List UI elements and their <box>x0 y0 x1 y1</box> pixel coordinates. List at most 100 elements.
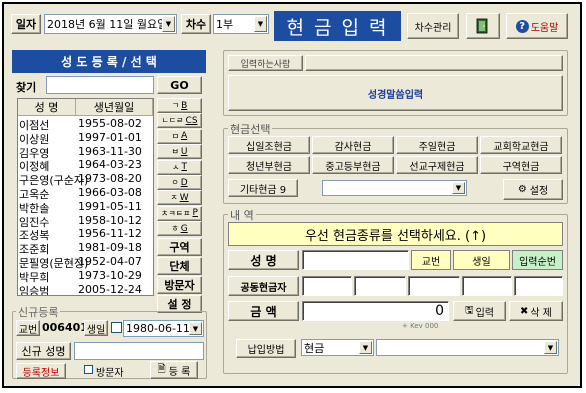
other-offering-select[interactable]: ▼ <box>322 180 467 196</box>
member-search-input[interactable] <box>46 76 154 94</box>
index-button[interactable]: ㅈW <box>157 190 202 206</box>
visitor-checkbox[interactable] <box>84 365 93 374</box>
table-row[interactable]: 고옥순 1966-03-08 <box>18 186 153 201</box>
member-birth: 1966-03-08 <box>78 186 142 199</box>
visitor-button[interactable]: 방문자 <box>157 276 202 294</box>
birth-date-picker[interactable]: 1980-06-11 ▼ <box>123 320 204 337</box>
register-label: 등 록 <box>168 366 191 378</box>
number-label: 교번 <box>16 320 40 336</box>
chevron-down-icon[interactable]: ▼ <box>452 182 465 194</box>
new-name-input[interactable] <box>74 342 204 360</box>
other-offering-button[interactable]: 기타현금 9 <box>228 179 298 197</box>
index-button[interactable]: ㅎG <box>157 221 202 237</box>
index-button[interactable]: ㅅT <box>157 159 202 175</box>
member-table[interactable]: 성 명 생년월일 이점선 1955-08-02 이상원 1997-01-01 김우영 19… <box>17 98 154 296</box>
member-birth: 1973-10-29 <box>78 268 142 282</box>
joint-offerer-field-4[interactable] <box>462 276 512 296</box>
help-label: 도움말 <box>530 22 559 34</box>
round-value: 1부 <box>216 18 234 31</box>
col-header-birth[interactable]: 생년월일 <box>76 99 153 116</box>
table-row[interactable]: 구은영(구순자) 1973-08-20 <box>18 172 153 187</box>
exit-door-icon <box>476 18 488 34</box>
group-button[interactable]: 단체 <box>157 257 202 275</box>
registration-info-button[interactable]: 등록정보 <box>16 363 66 379</box>
joint-offerer-field-3[interactable] <box>408 276 460 296</box>
payment-detail-select[interactable]: ▼ <box>376 339 559 356</box>
index-button[interactable]: ㅁA <box>157 128 202 144</box>
detail-group-title: 내 역 <box>228 207 256 223</box>
input-button-label: 입력 <box>475 307 494 319</box>
chevron-down-icon[interactable]: ▼ <box>544 341 557 354</box>
delete-button-label: 삭 제 <box>530 307 552 319</box>
new-number-value: 006401 <box>42 321 88 334</box>
table-row[interactable]: 이점선 1955-08-02 <box>18 117 153 132</box>
table-row[interactable]: 이정혜 1964-03-23 <box>18 158 153 173</box>
chevron-down-icon[interactable]: ▼ <box>254 16 267 32</box>
index-letter: D <box>180 177 188 188</box>
amount-input[interactable]: 0 <box>302 301 449 321</box>
date-picker[interactable]: 2018년 6월 11일 월요일 ▼ <box>44 14 177 34</box>
table-row[interactable]: 박무희 1973-10-29 <box>18 269 153 284</box>
offering-type-button[interactable]: 교회학교현금 <box>480 136 562 154</box>
col-header-name[interactable]: 성 명 <box>18 99 76 116</box>
joint-offerer-field-1[interactable] <box>302 276 352 296</box>
chevron-down-icon[interactable]: ▼ <box>359 341 372 354</box>
offering-type-button[interactable]: 구역현금 <box>480 156 562 174</box>
new-name-label: 신규 성명 <box>16 342 71 360</box>
entrant-value <box>305 55 563 71</box>
exit-button[interactable] <box>466 13 500 39</box>
key-hint: + Kev 000 <box>402 322 439 330</box>
amount-label: 금 액 <box>228 301 299 321</box>
index-button[interactable]: ㄴㄷㄹ CS <box>157 113 202 129</box>
offering-type-button[interactable]: 청년부현금 <box>228 156 310 174</box>
offering-type-button[interactable]: 감사현금 <box>312 136 394 154</box>
chevron-down-icon[interactable]: ▼ <box>189 322 202 335</box>
table-row[interactable]: 문필영(문현정) 1952-04-07 <box>18 255 153 270</box>
joint-offerer-field-5[interactable] <box>514 276 563 296</box>
verse-input-button[interactable]: 성경말씀입력 <box>228 75 563 111</box>
joint-offerer-field-2[interactable] <box>354 276 406 296</box>
payment-method-label: 납입방법 <box>236 339 296 358</box>
index-button[interactable]: ㅊㅋㅌㅍ P <box>157 205 202 221</box>
offering-type-button[interactable]: 중고등부현금 <box>312 156 394 174</box>
payment-method-value: 현금 <box>304 341 325 355</box>
index-letter: B <box>181 100 188 111</box>
input-order-badge: 입력순번 <box>512 250 563 270</box>
member-name-field[interactable] <box>302 250 409 270</box>
index-button[interactable]: ㅂU <box>157 144 202 160</box>
input-button[interactable]: 🖫 입력 <box>453 301 506 321</box>
offering-group-title: 현금선택 <box>228 121 273 137</box>
round-manage-button[interactable]: 차수관리 <box>407 13 459 39</box>
offering-type-button[interactable]: 선교구제현금 <box>396 156 478 174</box>
index-consonant: ㅊㅋㅌㅍ <box>161 208 191 218</box>
index-button[interactable]: ㅇD <box>157 175 202 190</box>
table-row[interactable]: 임진수 1958-10-12 <box>18 214 153 229</box>
birth-checkbox[interactable] <box>111 322 122 333</box>
go-button[interactable]: GO <box>157 76 202 94</box>
offering-type-button[interactable]: 십일조현금 <box>228 136 310 154</box>
delete-button[interactable]: ✖ 삭 제 <box>509 301 563 321</box>
table-row[interactable]: 조성복 1956-11-12 <box>18 227 153 242</box>
amount-value: 0 <box>435 303 444 319</box>
index-button[interactable]: ㄱB <box>157 98 202 113</box>
table-row[interactable]: 조준회 1981-09-18 <box>18 241 153 256</box>
register-button[interactable]: 🗎 등 록 <box>150 361 198 379</box>
birth-label: 생일 <box>84 320 108 336</box>
chevron-down-icon[interactable]: ▼ <box>162 16 175 32</box>
member-birth: 1963-11-30 <box>78 144 142 158</box>
table-row[interactable]: 임승범 2005-12-24 <box>18 283 153 295</box>
help-button[interactable]: ? 도움말 <box>506 13 568 39</box>
offering-type-button[interactable]: 주일현금 <box>396 136 478 154</box>
table-row[interactable]: 박한솔 1991-05-11 <box>18 200 153 215</box>
index-consonant: ㅈ <box>170 193 178 203</box>
member-birth: 1956-11-12 <box>78 227 142 241</box>
district-button[interactable]: 구역 <box>157 238 202 256</box>
table-row[interactable]: 이상원 1997-01-01 <box>18 131 153 146</box>
index-letter: CS <box>185 115 198 126</box>
payment-method-select[interactable]: 현금 ▼ <box>301 339 374 356</box>
member-birth: 1981-09-18 <box>78 241 142 255</box>
offering-settings-button[interactable]: ⚙ 설정 <box>503 179 563 200</box>
round-select[interactable]: 1부 ▼ <box>213 14 269 34</box>
member-birth: 1997-01-01 <box>78 130 142 144</box>
table-row[interactable]: 김우영 1963-11-30 <box>18 145 153 160</box>
